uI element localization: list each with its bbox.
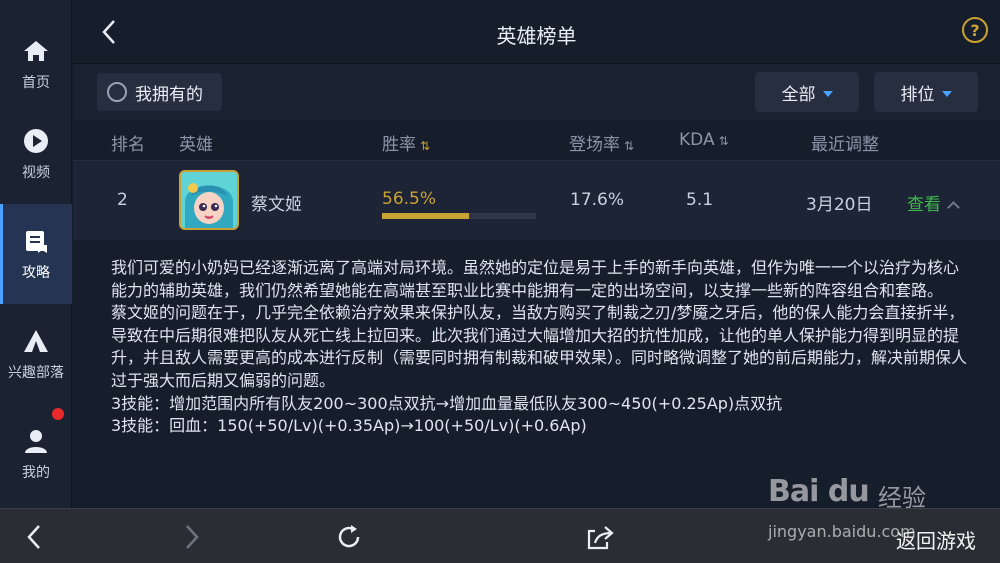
hero-recent-date: 3月20日 [806,195,873,215]
col-hero: 英雄 [179,135,213,155]
user-icon [21,426,51,456]
chevron-left-icon [27,525,40,549]
sort-icon: ⇅ [624,139,635,153]
filter-bar: 我拥有的 全部 排位 [73,64,1000,120]
sidebar-item-label: 首页 [22,75,50,91]
nav-forward-button[interactable] [176,521,208,553]
share-button[interactable] [584,521,616,553]
help-button[interactable]: ? [962,17,988,43]
refresh-icon [338,525,360,548]
sidebar-item-tribe[interactable]: 兴趣部落 [0,304,72,404]
col-kda-label: KDA [679,130,715,150]
sort-icon: ⇅ [420,139,431,153]
sidebar-item-guide[interactable]: 攻略 [0,204,72,304]
description-paragraph: 3技能：增加范围内所有队友200~300点双抗→增加血量最低队友300~450(… [111,393,783,413]
description-paragraph: 3技能：回血：150(+50/Lv)(+0.35Ap)→100(+50/Lv)(… [111,416,587,436]
hero-pickrate: 17.6% [570,190,625,210]
page-title: 英雄榜单 [496,24,577,48]
sidebar-item-label: 我的 [22,465,50,481]
share-icon [587,526,614,550]
sidebar-item-label: 攻略 [22,265,50,281]
sidebar-item-me[interactable]: 我的 [0,404,72,504]
return-to-game-label: 返回游戏 [896,529,976,553]
hero-kda: 5.1 [686,190,714,210]
notification-dot [52,408,64,420]
category-dropdown[interactable]: 全部 [755,72,859,112]
winrate-bar-fill [382,213,469,219]
mode-dropdown-label: 排位 [900,84,935,105]
sidebar-item-label: 视频 [22,165,50,181]
caret-down-icon [941,90,952,97]
header: 英雄榜单 ? [73,0,1000,64]
description-paragraph: 蔡文姬的问题在于，几乎完全依赖治疗效果来保护队友，当敌方购买了制裁之刃/梦魇之牙… [111,303,968,390]
caret-down-icon [822,90,833,97]
mode-dropdown[interactable]: 排位 [874,72,978,112]
chevron-right-icon [186,525,199,549]
guide-icon [21,226,51,256]
play-icon [21,126,51,156]
hero-rank: 2 [117,190,128,210]
owned-filter-toggle[interactable]: 我拥有的 [97,73,222,111]
tent-icon [21,326,51,356]
col-winrate[interactable]: 胜率 ⇅ [382,130,430,155]
sort-icon: ⇅ [718,134,729,148]
hero-description: 我们可爱的小奶妈已经逐渐远离了高端对局环境。虽然她的定位是易于上手的新手向英雄，… [73,241,1000,502]
sidebar-item-label: 兴趣部落 [8,365,64,381]
home-icon [21,36,51,66]
nav-back-button[interactable] [18,521,50,553]
sidebar: 首页 视频 攻略 兴趣部落 我的 [0,0,72,508]
col-recent: 最近调整 [811,135,879,155]
refresh-button[interactable] [333,521,365,553]
sidebar-item-video[interactable]: 视频 [0,104,72,204]
col-rank: 排名 [111,135,145,155]
sidebar-item-home[interactable]: 首页 [0,14,72,114]
radio-icon [107,82,127,102]
view-toggle[interactable]: 查看 [907,190,960,215]
hero-avatar [179,170,239,230]
hero-winrate: 56.5% [382,189,437,209]
chevron-up-icon [947,201,960,214]
col-winrate-label: 胜率 [382,135,416,155]
table-row[interactable]: 2 蔡文姬 56.5% 17.6% 5.1 3月20日 查看 [73,160,1000,240]
owned-filter-label: 我拥有的 [135,84,203,105]
browser-bottom-bar: 返回游戏 [0,508,1000,563]
winrate-bar [382,213,536,219]
hero-name: 蔡文姬 [251,195,302,215]
view-link-label: 查看 [907,195,941,215]
col-pickrate[interactable]: 登场率 ⇅ [569,130,634,155]
col-kda[interactable]: KDA ⇅ [679,130,729,150]
description-paragraph: 我们可爱的小奶妈已经逐渐远离了高端对局环境。虽然她的定位是易于上手的新手向英雄，… [111,258,960,300]
return-to-game-button[interactable]: 返回游戏 [896,525,976,554]
table-header: 排名 英雄 胜率 ⇅ 登场率 ⇅ KDA ⇅ 最近调整 [73,120,1000,160]
col-pickrate-label: 登场率 [569,135,620,155]
category-dropdown-label: 全部 [781,84,816,105]
